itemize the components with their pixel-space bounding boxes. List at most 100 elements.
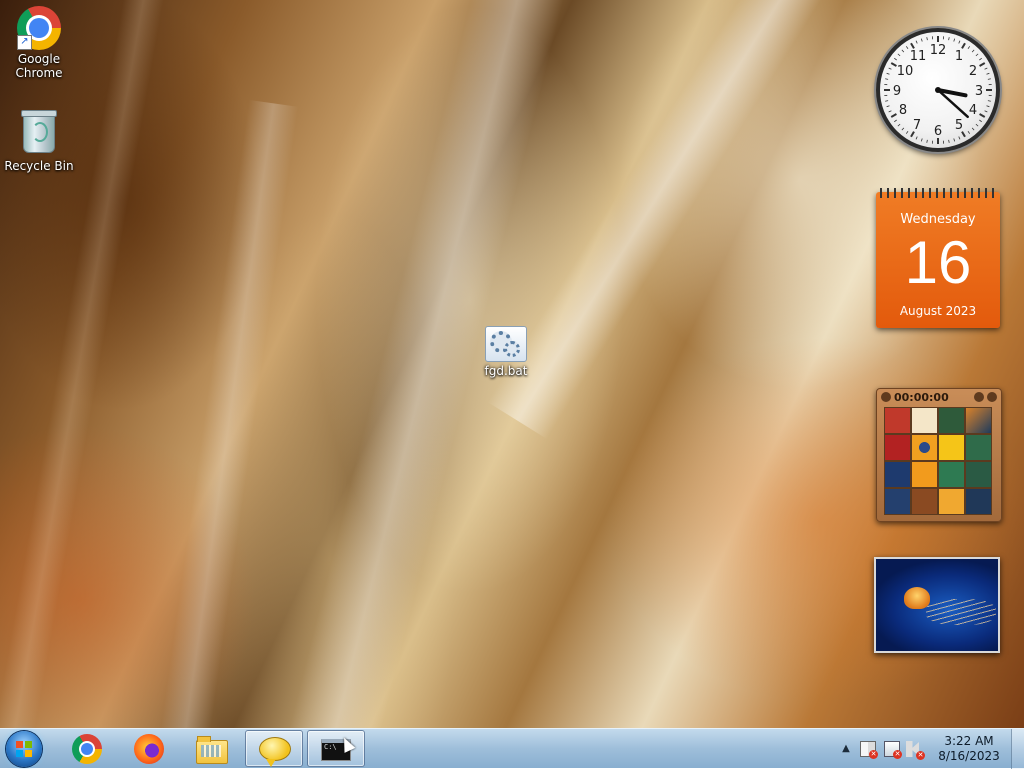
- calendar-weekday: Wednesday: [876, 212, 1000, 227]
- clock-tick: [906, 131, 908, 133]
- puzzle-timer: 00:00:00: [894, 391, 949, 404]
- show-hidden-icons-chevron-icon[interactable]: ▲: [838, 741, 854, 757]
- desktop[interactable]: ↗ Google Chrome Recycle Bin fgd.bat 12 1…: [0, 0, 1024, 728]
- clock-number: 9: [893, 84, 901, 99]
- clock-tick: [898, 54, 900, 56]
- calendar-rings: [880, 188, 996, 198]
- puzzle-tile[interactable]: [966, 489, 991, 514]
- taskbar-time: 3:22 AM: [932, 734, 1006, 749]
- clock-tick: [954, 39, 955, 42]
- clock-number: 6: [934, 124, 942, 139]
- show-desktop-button[interactable]: [1011, 729, 1024, 769]
- clock-tick: [949, 140, 950, 143]
- clock-number: 8: [899, 103, 907, 118]
- clock-tick: [894, 120, 896, 122]
- clock-tick: [889, 111, 892, 112]
- taskbar-clock[interactable]: 3:22 AM 8/16/2023: [932, 734, 1006, 764]
- wallpaper-highlight: [152, 100, 299, 728]
- puzzle-tile[interactable]: [885, 435, 910, 460]
- clock-tick: [898, 124, 900, 126]
- puzzle-help-icon[interactable]: [974, 392, 984, 402]
- desktop-icon-label: Recycle Bin: [1, 159, 77, 173]
- puzzle-tile[interactable]: [885, 408, 910, 433]
- clock-tick: [988, 101, 991, 102]
- volume-icon[interactable]: [906, 741, 922, 757]
- puzzle-solve-icon[interactable]: [987, 392, 997, 402]
- desktop-icon-recycle-bin[interactable]: Recycle Bin: [1, 110, 77, 173]
- clock-gadget[interactable]: 12 1 2 3 4 5 6 7 8 9 10 11: [876, 28, 1000, 152]
- clock-tick: [891, 114, 896, 117]
- puzzle-tile[interactable]: [912, 462, 937, 487]
- action-center-flag-icon[interactable]: [860, 741, 876, 757]
- puzzle-tile[interactable]: [885, 462, 910, 487]
- clock-tick: [949, 37, 950, 40]
- clock-tick: [887, 73, 890, 74]
- puzzle-tile[interactable]: [912, 489, 937, 514]
- taskbar-explorer[interactable]: [183, 730, 241, 767]
- taskbar-chrome[interactable]: [59, 730, 117, 767]
- clock-number: 7: [913, 118, 921, 133]
- clock-tick: [885, 101, 888, 102]
- taskbar: C:\ ▲ 3:22 AM 8/16/2023: [0, 728, 1024, 768]
- clock-tick: [885, 79, 888, 80]
- clock-tick: [980, 114, 985, 117]
- clock-number: 4: [969, 103, 977, 118]
- clock-tick: [959, 41, 960, 44]
- chrome-icon: [72, 734, 102, 764]
- clock-tick: [987, 73, 990, 74]
- clock-tick: [976, 124, 978, 126]
- clock-number: 12: [930, 43, 947, 58]
- desktop-icon-fgd-bat[interactable]: fgd.bat: [468, 322, 544, 378]
- clock-tick: [985, 111, 988, 112]
- clock-tick: [894, 58, 896, 60]
- calendar-gadget[interactable]: Wednesday 16 August 2023: [876, 192, 1000, 328]
- clock-tick: [921, 39, 922, 42]
- clock-number: 11: [910, 49, 927, 64]
- clock-tick: [962, 43, 965, 48]
- picture-puzzle-gadget[interactable]: 00:00:00: [876, 388, 1002, 522]
- clock-tick: [972, 128, 974, 130]
- puzzle-tile[interactable]: [939, 489, 964, 514]
- clock-tick: [916, 41, 917, 44]
- puzzle-tile[interactable]: [966, 408, 991, 433]
- slideshow-gadget[interactable]: [874, 557, 1000, 653]
- start-button[interactable]: [6, 731, 42, 767]
- clock-tick: [988, 79, 991, 80]
- puzzle-tile[interactable]: [939, 462, 964, 487]
- clock-tick: [902, 50, 904, 52]
- clock-tick: [979, 120, 981, 122]
- taskbar-firefox[interactable]: [121, 730, 179, 767]
- puzzle-tile[interactable]: [966, 462, 991, 487]
- calendar-month-year: August 2023: [876, 304, 1000, 318]
- command-prompt-text: C:\: [324, 743, 337, 751]
- taskbar-cmd[interactable]: C:\: [307, 730, 365, 767]
- clock-tick: [976, 54, 978, 56]
- clock-number: 10: [897, 64, 914, 79]
- clock-tick: [927, 140, 928, 143]
- network-icon[interactable]: [884, 741, 900, 757]
- puzzle-tile[interactable]: [939, 408, 964, 433]
- puzzle-tile[interactable]: [966, 435, 991, 460]
- puzzle-pause-icon[interactable]: [881, 392, 891, 402]
- taskbar-date: 8/16/2023: [932, 749, 1006, 764]
- clock-tick: [987, 106, 990, 107]
- desktop-icon-google-chrome[interactable]: ↗ Google Chrome: [1, 6, 77, 80]
- clock-tick: [959, 137, 960, 140]
- clock-number: 3: [975, 84, 983, 99]
- clock-center: [935, 87, 941, 93]
- speech-bubble-icon: [259, 737, 291, 761]
- puzzle-tile[interactable]: [885, 489, 910, 514]
- clock-tick: [887, 106, 890, 107]
- puzzle-grid[interactable]: [884, 407, 992, 515]
- folder-icon: [196, 740, 228, 764]
- clock-tick: [979, 58, 981, 60]
- clock-number: 2: [969, 64, 977, 79]
- clock-number: 1: [955, 49, 963, 64]
- puzzle-tile[interactable]: [912, 435, 937, 460]
- calendar-date: 16: [876, 228, 1000, 298]
- clock-number: 5: [955, 118, 963, 133]
- taskbar-chat[interactable]: [245, 730, 303, 767]
- puzzle-tile[interactable]: [912, 408, 937, 433]
- shortcut-arrow-icon: ↗: [17, 35, 32, 50]
- puzzle-tile[interactable]: [939, 435, 964, 460]
